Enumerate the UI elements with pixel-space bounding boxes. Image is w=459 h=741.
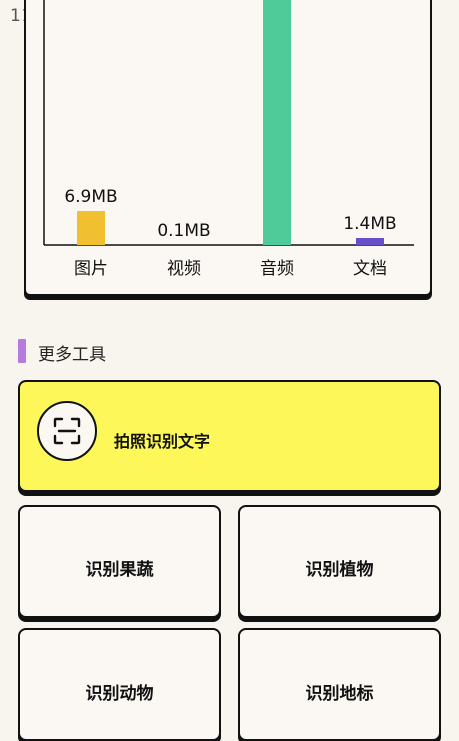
category-label: 文档 xyxy=(353,259,387,279)
category-label: 视频 xyxy=(167,259,201,279)
tool-label: 识别地标 xyxy=(305,684,374,704)
storage-chart-card: 6.9MB 图片 0.1MB 视频 音频 1.4MB 文档 xyxy=(24,0,432,296)
section-title-accent xyxy=(18,339,26,363)
identify-fruit-vegetable-button[interactable]: 识别果蔬 xyxy=(18,505,221,618)
photo-ocr-label: 拍照识别文字 xyxy=(114,432,211,451)
scan-icon-circle xyxy=(37,401,97,461)
bar-value-label: 1.4MB xyxy=(343,214,396,234)
identify-animal-button[interactable]: 识别动物 xyxy=(18,628,221,741)
identify-plant-button[interactable]: 识别植物 xyxy=(238,505,441,618)
category-label: 图片 xyxy=(74,259,108,279)
section-title: 更多工具 xyxy=(38,345,106,365)
storage-bar-chart: 6.9MB 图片 0.1MB 视频 音频 1.4MB 文档 xyxy=(43,0,414,279)
bar-value-label: 0.1MB xyxy=(157,221,210,241)
bar-2 xyxy=(263,0,291,245)
tool-label: 识别植物 xyxy=(305,560,374,580)
category-label: 音频 xyxy=(260,259,294,279)
scan-icon xyxy=(53,417,81,445)
tool-label: 识别果蔬 xyxy=(85,560,154,580)
tool-label: 识别动物 xyxy=(85,684,154,704)
identify-landmark-button[interactable]: 识别地标 xyxy=(238,628,441,741)
photo-ocr-button[interactable]: 拍照识别文字 xyxy=(18,380,441,492)
bar-0 xyxy=(77,211,105,245)
bar-3 xyxy=(356,238,384,245)
bar-value-label: 6.9MB xyxy=(64,187,117,207)
